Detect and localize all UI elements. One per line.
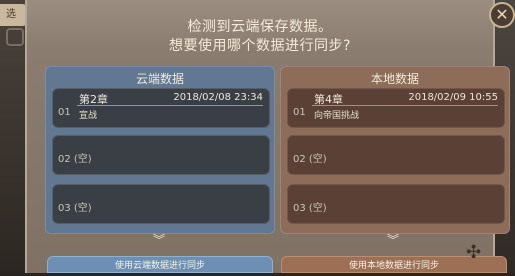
local-save-slot-2[interactable]: 02 (空) [287,135,505,175]
local-save-slot-3[interactable]: 03 (空) [287,184,505,224]
slot-date: 2018/02/09 10:55 [408,92,498,103]
slot-number: 01 [58,107,71,118]
dialog-title-line2: 想要使用哪个数据进行同步? [169,38,351,54]
slot-label: 03 (空) [293,203,327,214]
slot-description: 宣战 [79,111,98,121]
slot-label: 03 (空) [58,203,92,214]
cloud-data-panel: 云端数据 01 第2章 2018/02/08 23:34 宣战 02 (空) 0… [45,66,275,234]
slot-date: 2018/02/08 23:34 [173,92,263,103]
slot-number: 01 [293,107,306,118]
slot-label: 02 (空) [58,154,92,165]
slot-divider [312,105,498,106]
cloud-save-slot-3[interactable]: 03 (空) [52,184,270,224]
cloud-panel-header: 云端数据 [135,72,184,86]
close-button[interactable]: ✕ [489,2,515,28]
background-button [6,28,24,46]
slot-label: 02 (空) [293,154,327,165]
close-icon: ✕ [495,5,509,24]
use-cloud-data-button[interactable]: 使用云端数据进行同步 [47,256,273,273]
ornament-icon: ✣ [466,242,482,263]
local-data-panel: 本地数据 01 第4章 2018/02/09 10:55 向帝国挑战 02 (空… [280,66,510,234]
cloud-save-slot-1[interactable]: 01 第2章 2018/02/08 23:34 宣战 [52,88,270,128]
chevron-down-icon: ︾ [152,233,165,247]
local-panel-header: 本地数据 [370,72,419,86]
slot-divider [77,105,263,106]
slot-description: 向帝国挑战 [314,111,360,121]
dialog-title-line1: 检测到云端保存数据。 [187,19,333,35]
chevron-down-icon: ︾ [386,233,399,247]
cloud-save-slot-2[interactable]: 02 (空) [52,135,270,175]
local-save-slot-1[interactable]: 01 第4章 2018/02/09 10:55 向帝国挑战 [287,88,505,128]
